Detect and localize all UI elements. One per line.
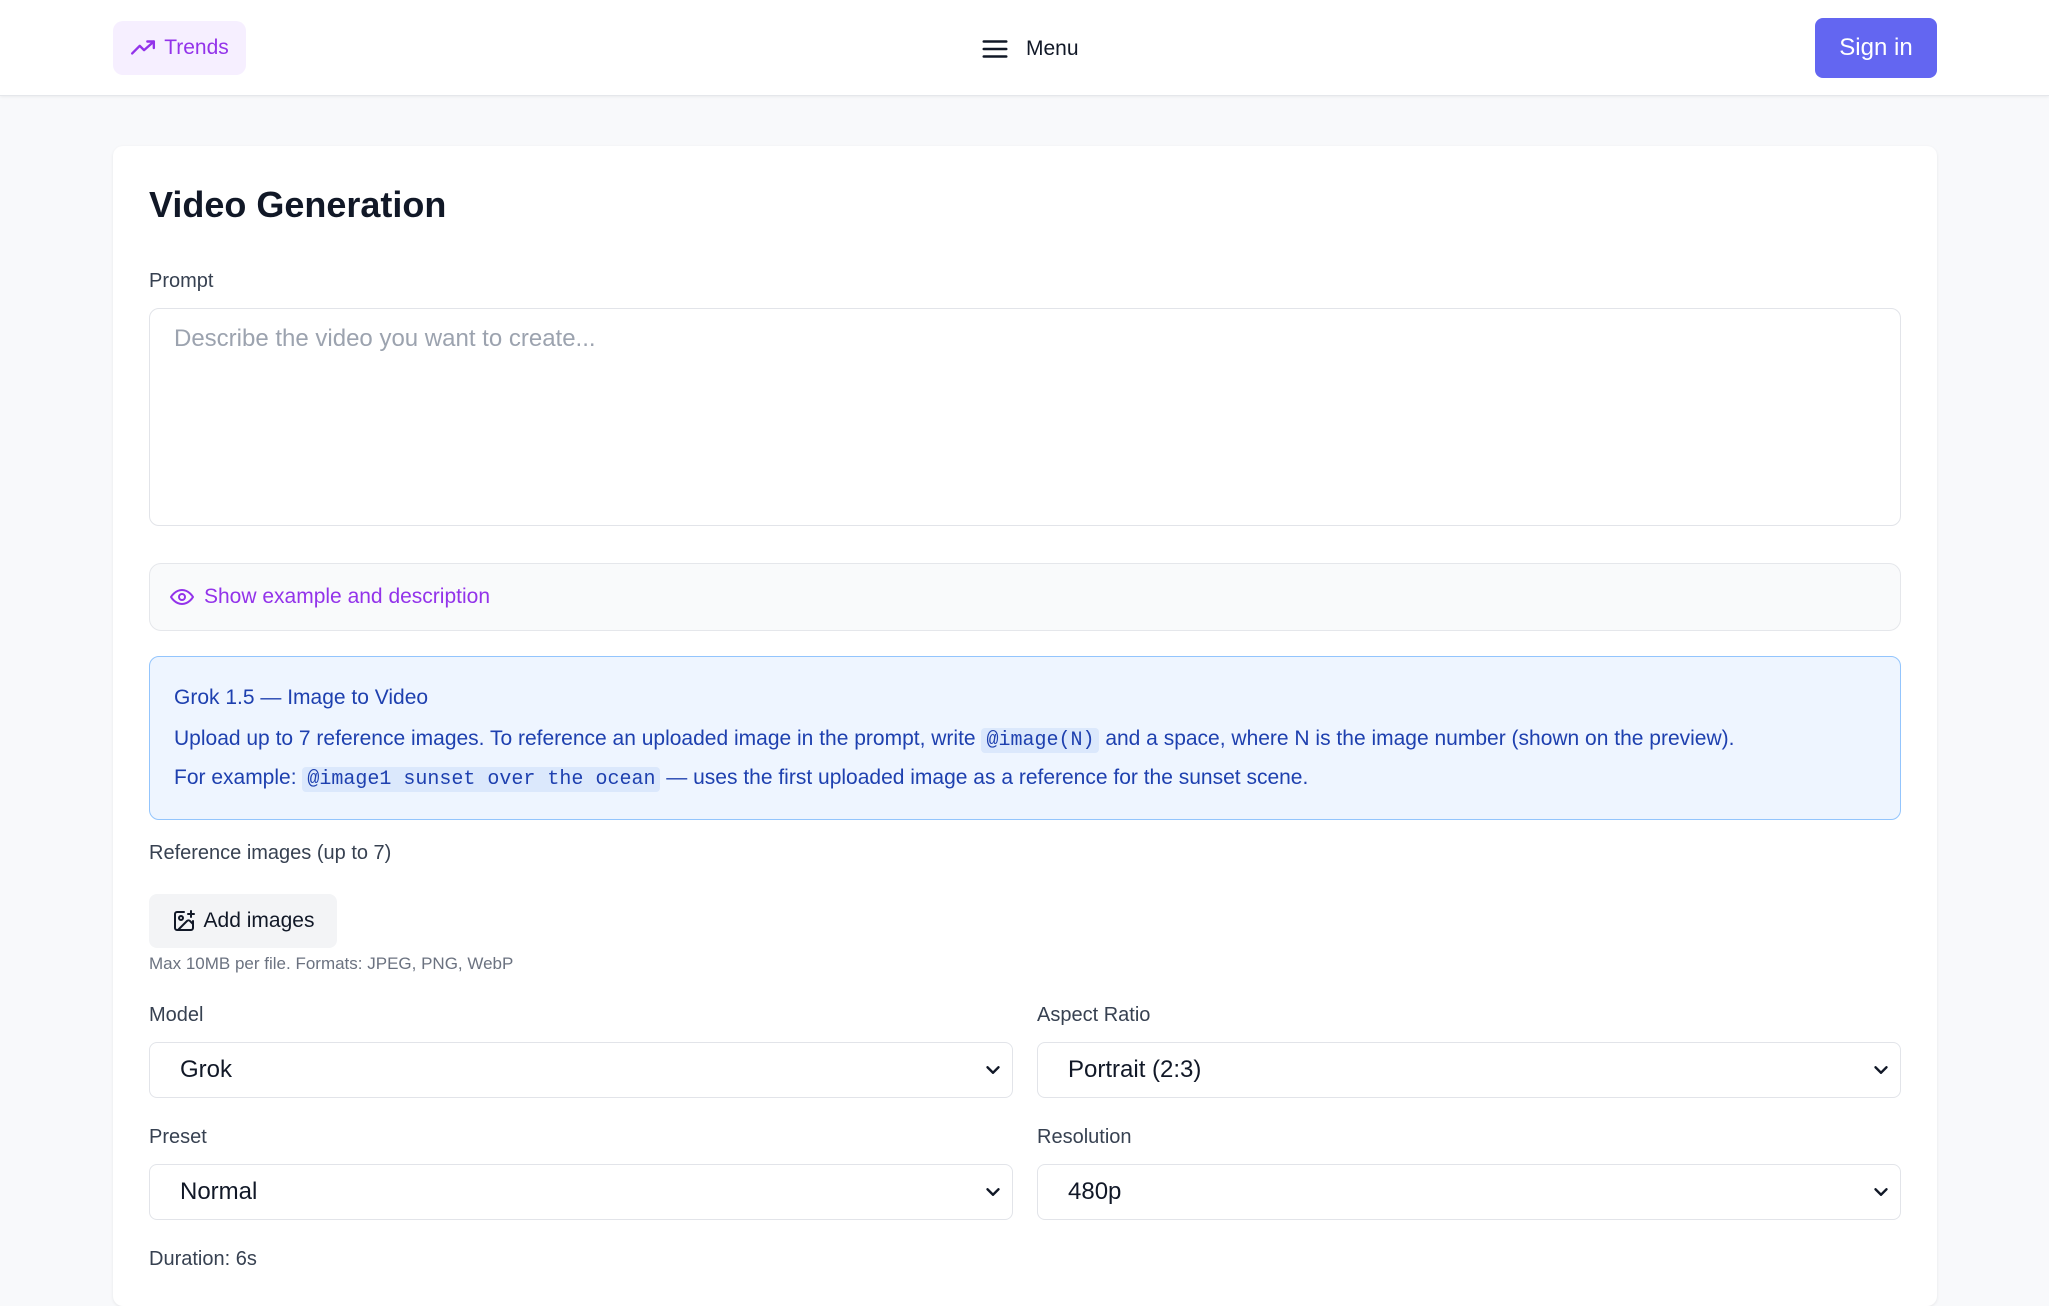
eye-icon bbox=[170, 589, 194, 605]
preset-select[interactable]: Normal bbox=[149, 1164, 1013, 1220]
video-generation-card: Video Generation Prompt Show example and… bbox=[113, 146, 1937, 1306]
model-select-value: Grok bbox=[180, 1056, 233, 1083]
preset-label: Preset bbox=[149, 1126, 207, 1148]
trending-up-icon bbox=[131, 40, 156, 55]
add-images-button[interactable]: Add images bbox=[149, 894, 337, 948]
prompt-label: Prompt bbox=[149, 270, 214, 292]
info-line-2-text: For example: bbox=[174, 766, 297, 789]
info-line-1-text: Upload up to 7 reference images. To refe… bbox=[174, 727, 976, 750]
model-label: Model bbox=[149, 1004, 204, 1026]
aspect-ratio-select[interactable]: Portrait (2:3) bbox=[1037, 1042, 1901, 1098]
info-line-2-text-end: — uses the first uploaded image as a ref… bbox=[666, 766, 1309, 789]
model-info-box: Grok 1.5 — Image to Video Upload up to 7… bbox=[149, 656, 1901, 820]
info-title: Grok 1.5 — Image to Video bbox=[174, 686, 429, 709]
chevron-down-icon bbox=[986, 1188, 1000, 1196]
prompt-textarea[interactable] bbox=[149, 308, 1901, 526]
duration-label: Duration: 6s bbox=[149, 1248, 257, 1270]
chevron-down-icon bbox=[1874, 1066, 1888, 1074]
file-format-hint: Max 10MB per file. Formats: JPEG, PNG, W… bbox=[149, 954, 514, 973]
chevron-down-icon bbox=[1874, 1188, 1888, 1196]
aspect-ratio-select-value: Portrait (2:3) bbox=[1068, 1056, 1202, 1083]
info-line-2: For example: @image1 sunset over the oce… bbox=[174, 766, 1309, 792]
aspect-ratio-label: Aspect Ratio bbox=[1037, 1004, 1151, 1026]
menu-label: Menu bbox=[1026, 37, 1079, 60]
trends-button[interactable]: Trends bbox=[113, 21, 246, 75]
resolution-select-value: 480p bbox=[1068, 1178, 1122, 1205]
show-example-label: Show example and description bbox=[204, 585, 491, 608]
add-images-label: Add images bbox=[203, 909, 315, 932]
top-navbar: Trends Menu Sign in bbox=[0, 0, 2049, 96]
menu-button[interactable]: Menu bbox=[980, 30, 1079, 68]
info-code-example: @image1 sunset over the ocean bbox=[302, 767, 661, 792]
model-select[interactable]: Grok bbox=[149, 1042, 1013, 1098]
reference-images-label: Reference images (up to 7) bbox=[149, 842, 392, 864]
info-line-1: Upload up to 7 reference images. To refe… bbox=[174, 727, 1735, 753]
resolution-label: Resolution bbox=[1037, 1126, 1132, 1148]
chevron-down-icon bbox=[986, 1066, 1000, 1074]
image-plus-icon bbox=[173, 910, 195, 931]
resolution-select[interactable]: 480p bbox=[1037, 1164, 1901, 1220]
preset-select-value: Normal bbox=[180, 1178, 258, 1205]
show-example-toggle[interactable]: Show example and description bbox=[149, 563, 1901, 631]
hamburger-icon bbox=[982, 40, 1008, 58]
info-code-image-n: @image(N) bbox=[981, 728, 1100, 753]
trends-label: Trends bbox=[164, 36, 229, 59]
sign-in-button[interactable]: Sign in bbox=[1815, 18, 1937, 78]
info-line-1-text-end: and a space, where N is the image number… bbox=[1105, 727, 1735, 750]
page-title: Video Generation bbox=[149, 184, 447, 225]
